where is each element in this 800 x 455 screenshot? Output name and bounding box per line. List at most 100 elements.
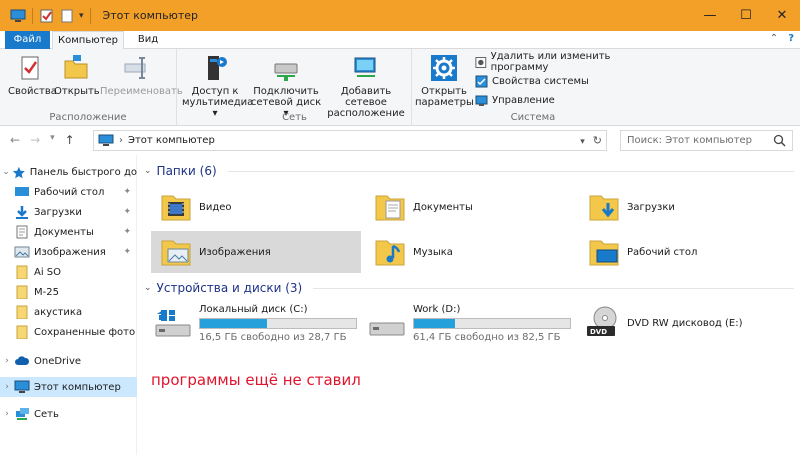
address-dropdown-icon[interactable]: ▾ — [580, 137, 585, 147]
add-network-location-button[interactable]: Добавить сетевое расположение — [322, 53, 410, 119]
collapse-chevron-icon[interactable]: ⌄ — [144, 166, 152, 176]
ribbon-tabs: Файл Компьютер Вид ⌃ ? — [0, 31, 800, 50]
help-icon[interactable]: ? — [788, 33, 794, 44]
drive-usage-fill — [200, 319, 268, 328]
system-small-buttons: Удалить или изменить программу Свойства … — [475, 51, 653, 107]
folder-pictures[interactable]: Изображения — [151, 231, 361, 273]
pin-icon[interactable]: ✦ — [123, 207, 131, 217]
refresh-icon[interactable]: ↻ — [593, 134, 602, 147]
breadcrumb-separator-icon[interactable]: › — [119, 135, 123, 146]
nav-item-folder[interactable]: Ai SO — [0, 262, 137, 282]
computer-icon[interactable] — [10, 9, 26, 23]
drive-usage-bar — [413, 318, 571, 329]
annotation-note: программы ещё не ставил — [151, 371, 361, 389]
desktop-folder-icon — [589, 240, 619, 266]
nav-item-downloads[interactable]: Загрузки ✦ — [0, 202, 137, 222]
properties-check-icon[interactable] — [39, 9, 55, 23]
nav-item-pictures[interactable]: Изображения ✦ — [0, 242, 137, 262]
recent-locations-chevron-icon[interactable]: ▾ — [50, 133, 55, 147]
hard-drive-icon — [369, 322, 405, 336]
nav-item-folder[interactable]: Сохраненные фото — [0, 322, 137, 342]
search-input[interactable]: Поиск: Этот компьютер — [620, 130, 793, 151]
uninstall-program-button[interactable]: Удалить или изменить программу — [475, 51, 653, 73]
computer-icon — [14, 380, 30, 393]
folders-section-header[interactable]: ⌄ Папки (6) — [144, 164, 794, 178]
window-title: Этот компьютер — [102, 9, 199, 22]
drive-c[interactable]: Локальный диск (C:) 16,5 ГБ свободно из … — [151, 302, 366, 344]
nav-item-folder[interactable]: акустика — [0, 302, 137, 322]
nav-item-documents[interactable]: Документы ✦ — [0, 222, 137, 242]
quick-access-dropdown-icon[interactable]: ▾ — [79, 11, 84, 21]
dvd-drive-icon: DVD — [587, 306, 617, 336]
up-arrow-icon[interactable]: ↑ — [65, 133, 75, 147]
tab-computer[interactable]: Компьютер — [52, 31, 124, 50]
address-bar[interactable]: › Этот компьютер ▾ ↻ — [93, 130, 607, 151]
collapse-ribbon-icon[interactable]: ⌃ — [770, 33, 778, 44]
documents-folder-icon — [375, 195, 405, 221]
folder-downloads[interactable]: Загрузки — [579, 186, 789, 228]
rename-button[interactable]: Переименовать — [100, 53, 183, 97]
nav-quick-access[interactable]: ⌄ Панель быстрого до — [0, 162, 137, 182]
download-arrow-icon — [16, 206, 28, 219]
drive-usage-fill — [414, 319, 455, 328]
maximize-button[interactable]: ☐ — [728, 0, 764, 31]
navigation-buttons: ← → ▾ ↑ — [10, 133, 75, 147]
pin-icon[interactable]: ✦ — [123, 247, 131, 257]
pin-icon[interactable]: ✦ — [123, 227, 131, 237]
breadcrumb-this-pc[interactable]: Этот компьютер — [128, 135, 215, 146]
nav-item-desktop[interactable]: Рабочий стол ✦ — [0, 182, 137, 202]
ribbon-controls: ⌃ ? — [770, 33, 794, 44]
cloud-icon — [15, 356, 30, 365]
ribbon-group-network: Доступ к мультимедиа ▾ Подключить сетево… — [178, 49, 412, 126]
pictures-icon — [14, 246, 30, 258]
open-settings-button[interactable]: Открыть параметры — [415, 53, 474, 108]
content-area: ⌄ Папки (6) Видео Документы Загрузки Изо… — [140, 155, 800, 455]
nav-item-folder[interactable]: M-25 — [0, 282, 137, 302]
navigation-pane: ⌄ Панель быстрого до Рабочий стол ✦ Загру… — [0, 155, 137, 455]
pin-icon[interactable]: ✦ — [123, 187, 131, 197]
close-button[interactable]: ✕ — [764, 0, 800, 31]
collapse-chevron-icon[interactable]: ⌄ — [144, 283, 152, 293]
search-icon — [773, 134, 786, 147]
expand-chevron-icon[interactable]: › — [0, 356, 14, 366]
folder-music[interactable]: Музыка — [365, 231, 575, 273]
media-access-button[interactable]: Доступ к мультимедиа ▾ — [182, 53, 253, 119]
folder-documents[interactable]: Документы — [365, 186, 575, 228]
properties-button[interactable]: Свойства — [8, 53, 57, 97]
tab-file[interactable]: Файл — [5, 31, 50, 49]
ribbon-group-system: Открыть параметры Удалить или изменить п… — [413, 49, 653, 126]
folder-videos[interactable]: Видео — [151, 186, 361, 228]
address-controls: ▾ ↻ — [580, 134, 602, 147]
nav-network[interactable]: › Сеть — [0, 404, 137, 424]
drive-e-dvd[interactable]: DVD DVD RW дисковод (E:) — [579, 302, 794, 344]
media-server-icon — [208, 56, 227, 80]
manage-button[interactable]: Управление — [475, 93, 653, 107]
ribbon: Свойства Открыть Переименовать Расположе… — [0, 49, 800, 126]
folder-desktop[interactable]: Рабочий стол — [579, 231, 789, 273]
window-controls: — ☐ ✕ — [692, 0, 800, 31]
network-drive-icon — [274, 63, 298, 81]
downloads-folder-icon — [589, 195, 619, 221]
forward-arrow-icon[interactable]: → — [30, 133, 40, 147]
network-icon — [16, 408, 29, 420]
ribbon-group-location: Свойства Открыть Переименовать Расположе… — [0, 49, 183, 126]
nav-this-pc[interactable]: › Этот компьютер — [0, 377, 137, 397]
devices-section-header[interactable]: ⌄ Устройства и диски (3) — [144, 281, 794, 295]
manage-icon — [475, 95, 488, 106]
drive-d[interactable]: Work (D:) 61,4 ГБ свободно из 82,5 ГБ — [365, 302, 580, 344]
expand-chevron-icon[interactable]: ⌄ — [0, 167, 12, 177]
computer-icon — [98, 134, 114, 146]
map-network-drive-button[interactable]: Подключить сетевой диск ▾ — [250, 53, 322, 119]
nav-onedrive[interactable]: › OneDrive — [0, 351, 137, 371]
open-button[interactable]: Открыть — [54, 53, 100, 97]
back-arrow-icon[interactable]: ← — [10, 133, 20, 147]
system-properties-button[interactable]: Свойства системы — [475, 74, 653, 88]
rename-icon — [124, 57, 146, 79]
expand-chevron-icon[interactable]: › — [0, 382, 14, 392]
navigation-bar: ← → ▾ ↑ › Этот компьютер ▾ ↻ Поиск: Этот … — [0, 127, 800, 154]
tab-view[interactable]: Вид — [130, 31, 166, 49]
music-folder-icon — [375, 240, 405, 266]
new-folder-icon[interactable] — [59, 9, 75, 23]
minimize-button[interactable]: — — [692, 0, 728, 31]
expand-chevron-icon[interactable]: › — [0, 409, 14, 419]
